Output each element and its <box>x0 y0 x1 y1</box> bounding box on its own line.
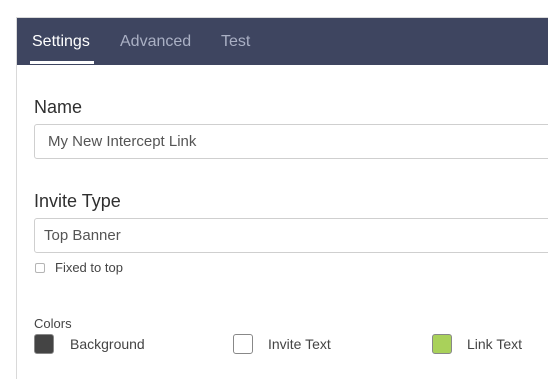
colors-label: Colors <box>34 316 72 331</box>
invite-text-color-swatch[interactable] <box>233 334 253 354</box>
tab-advanced[interactable]: Advanced <box>120 32 191 51</box>
link-text-color-label: Link Text <box>467 336 522 352</box>
name-label: Name <box>34 97 83 117</box>
fixed-to-top-label: Fixed to top <box>55 260 123 275</box>
active-tab-indicator <box>30 61 94 64</box>
name-input[interactable] <box>34 124 548 159</box>
invite-type-label: Invite Type <box>34 191 121 211</box>
fixed-to-top-checkbox[interactable] <box>35 263 45 273</box>
tab-test[interactable]: Test <box>221 32 250 51</box>
tab-settings[interactable]: Settings <box>32 32 90 51</box>
background-color-swatch[interactable] <box>34 334 54 354</box>
tab-bar: Settings Advanced Test <box>17 18 548 65</box>
settings-panel: Settings Advanced Test Name Invite Type … <box>16 17 548 379</box>
background-color-label: Background <box>70 336 145 352</box>
link-text-color-swatch[interactable] <box>432 334 452 354</box>
invite-text-color-label: Invite Text <box>268 336 331 352</box>
invite-type-select[interactable]: Top Banner <box>34 218 548 253</box>
